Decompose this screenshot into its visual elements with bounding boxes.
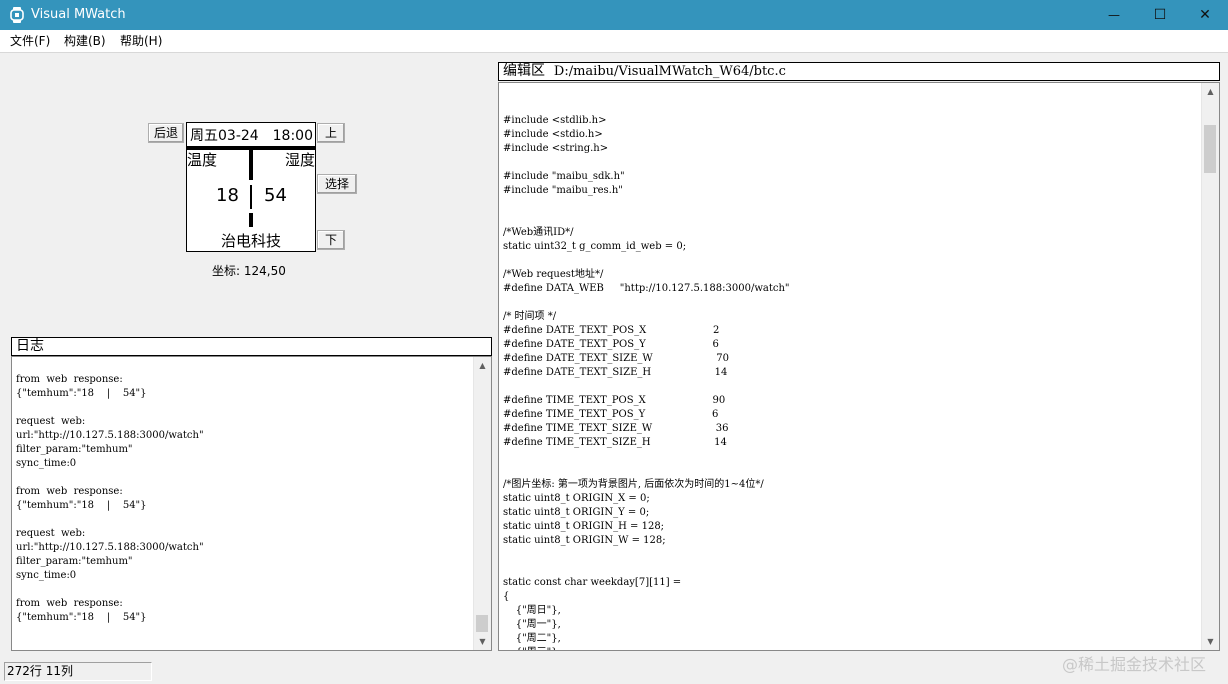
scroll-down-arrow-icon[interactable]: ▼ (474, 633, 491, 650)
watch-temperature-label: 温度 (187, 151, 218, 169)
minimize-button[interactable]: — (1091, 0, 1137, 30)
close-button[interactable]: ✕ (1182, 0, 1228, 30)
watch-humidity-value: 54 (264, 185, 287, 206)
log-panel[interactable]: from web response: {"temhum":"18 | 54"} … (11, 356, 492, 651)
watch-temperature-value: 18 (216, 185, 239, 206)
up-button[interactable]: 上 (317, 123, 345, 143)
status-line-column: 272行 11列 (4, 662, 152, 681)
scroll-up-arrow-icon[interactable]: ▲ (474, 357, 491, 374)
editor-file-path: D:/maibu/VisualMWatch_W64/btc.c (553, 64, 786, 79)
watermark: @稀土掘金技术社区 (1062, 655, 1207, 674)
back-button[interactable]: 后退 (148, 123, 184, 143)
scroll-down-arrow-icon[interactable]: ▼ (1202, 633, 1219, 650)
minimize-icon: — (1108, 8, 1120, 22)
editor-scrollbar[interactable]: ▲ ▼ (1201, 83, 1219, 650)
menu-bar: 文件(F) 构建(B) 帮助(H) (0, 30, 1228, 52)
scroll-up-arrow-icon[interactable]: ▲ (1202, 83, 1219, 100)
editor-code[interactable]: #include <stdlib.h> #include <stdio.h> #… (503, 100, 1198, 650)
watch-screen[interactable]: 周五03-24 18:00 温度 湿度 18 54 治电科技 (186, 122, 316, 252)
watch-divider-center (250, 185, 252, 209)
editor-scroll-thumb[interactable] (1204, 125, 1216, 173)
maximize-icon: ☐ (1153, 7, 1167, 23)
log-panel-title: 日志 (11, 337, 492, 356)
watch-time: 18:00 (272, 128, 313, 144)
log-text: from web response: {"temhum":"18 | 54"} … (16, 374, 204, 623)
log-scrollbar[interactable]: ▲ ▼ (473, 357, 491, 650)
menu-file[interactable]: 文件(F) (10, 34, 50, 49)
menu-help[interactable]: 帮助(H) (120, 34, 162, 49)
editor-panel-title: 编辑区 D:/maibu/VisualMWatch_W64/btc.c (498, 62, 1220, 81)
watch-app-icon (10, 7, 24, 23)
down-button[interactable]: 下 (317, 230, 345, 250)
menu-build[interactable]: 构建(B) (64, 34, 106, 49)
watch-divider-vertical (249, 146, 253, 180)
watch-humidity-label: 湿度 (284, 151, 315, 169)
watch-brand: 治电科技 (220, 232, 281, 250)
editor-title-label: 编辑区 (503, 63, 545, 79)
watch-divider-bottom (249, 213, 253, 227)
title-bar: Visual MWatch — ☐ ✕ (0, 0, 1228, 30)
code-editor[interactable]: #include <stdlib.h> #include <stdio.h> #… (498, 82, 1220, 651)
watch-date: 周五03-24 (190, 128, 259, 144)
select-button[interactable]: 选择 (317, 174, 357, 194)
log-scroll-thumb[interactable] (476, 615, 488, 632)
maximize-button[interactable]: ☐ (1137, 0, 1183, 30)
close-icon: ✕ (1199, 7, 1211, 23)
coordinate-readout: 坐标: 124,50 (212, 264, 286, 278)
window-title: Visual MWatch (31, 7, 126, 22)
